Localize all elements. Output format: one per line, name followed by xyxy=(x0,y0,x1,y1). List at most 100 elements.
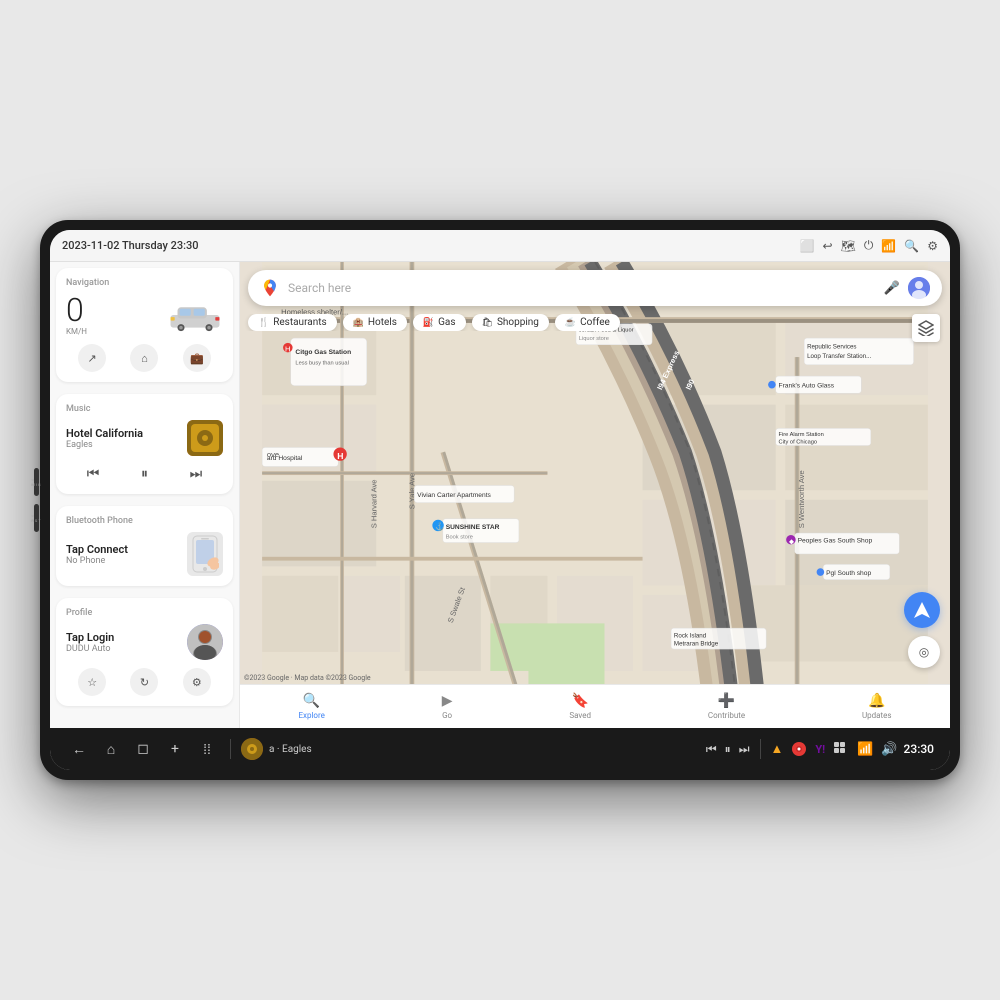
restaurants-label: Restaurants xyxy=(273,317,326,328)
bluetooth-card[interactable]: Bluetooth Phone Tap Connect No Phone xyxy=(56,506,233,586)
shopping-chip[interactable]: 🛍 Shopping xyxy=(472,314,549,331)
back-icon[interactable]: ↩ xyxy=(823,239,833,253)
music-album-art xyxy=(187,420,223,456)
power-icon[interactable]: ⏻ xyxy=(864,238,874,253)
device: ○ MIC ○ RST 2023-11-02 Thursday 23:30 ⬜ … xyxy=(40,220,960,780)
nav-card-label: Navigation xyxy=(66,278,223,288)
svg-text:Liquor store: Liquor store xyxy=(579,336,609,342)
bottom-music-info: a · Eagles xyxy=(241,738,700,760)
user-avatar-map[interactable] xyxy=(908,277,930,299)
apps-icon[interactable] xyxy=(833,741,849,757)
nav-card-content: 0 KM/H xyxy=(66,294,223,336)
svg-text:Book store: Book store xyxy=(446,535,473,541)
profile-card-content: Tap Login DUDU Auto xyxy=(66,624,223,660)
svg-text:Vivian Carter Apartments: Vivian Carter Apartments xyxy=(417,492,491,499)
map-compass[interactable]: ◎ xyxy=(908,636,940,668)
coffee-chip[interactable]: ☕ Coffee xyxy=(555,314,620,331)
map-search-bar[interactable]: Search here 🎤 xyxy=(248,270,942,306)
coffee-icon: ☕ xyxy=(565,318,576,328)
map-navigate-btn[interactable] xyxy=(904,592,940,628)
map-container: S Harvard Ave S Yale Ave S Wentworth Ave… xyxy=(240,262,950,728)
nav-icons: ↗ ⌂ 💼 xyxy=(66,344,223,372)
voice-search-icon[interactable]: 🎤 xyxy=(884,281,900,296)
add-nav-btn[interactable]: + xyxy=(162,736,188,762)
search-icon[interactable]: 🔍 xyxy=(904,239,919,253)
profile-avatar xyxy=(187,624,223,660)
search-input-placeholder[interactable]: Search here xyxy=(288,281,876,295)
hotels-chip[interactable]: 🏨 Hotels xyxy=(343,314,407,331)
speed-value: 0 xyxy=(66,294,84,326)
next-btn[interactable]: ⏭ xyxy=(184,464,209,484)
nav-directions-btn[interactable]: ↗ xyxy=(78,344,106,372)
yahoo-icon[interactable]: Y! xyxy=(815,743,825,756)
bt-card-content: Tap Connect No Phone xyxy=(66,532,223,576)
bt-title: Tap Connect xyxy=(66,543,179,556)
apps-nav-btn[interactable]: ⁞⁞ xyxy=(194,736,220,762)
profile-card-label: Profile xyxy=(66,608,223,618)
bottom-next-btn[interactable]: ⏭ xyxy=(739,742,750,757)
gear-icon[interactable]: ⚙ xyxy=(927,239,938,253)
mic-button[interactable]: ○ MIC xyxy=(34,468,39,496)
rst-button[interactable]: ○ RST xyxy=(34,504,39,532)
music-title: Hotel California xyxy=(66,427,179,440)
car-illustration xyxy=(167,297,223,333)
svg-text:Rock Island: Rock Island xyxy=(674,633,707,640)
bottom-pause-btn[interactable]: ⏸ xyxy=(725,742,731,757)
svg-text:Less busy than usual: Less busy than usual xyxy=(295,361,348,367)
music-info: Hotel California Eagles xyxy=(66,427,179,450)
svg-text:Republic Services: Republic Services xyxy=(807,344,856,351)
profile-refresh-btn[interactable]: ↻ xyxy=(130,668,158,696)
prev-btn[interactable]: ⏮ xyxy=(81,464,106,484)
nav-work-btn[interactable]: 💼 xyxy=(183,344,211,372)
map-icon[interactable]: 🗺 xyxy=(841,239,856,253)
music-card-content: Hotel California Eagles xyxy=(66,420,223,456)
music-card-label: Music xyxy=(66,404,223,414)
gas-icon: ⛽ xyxy=(423,318,434,328)
music-app-icon[interactable] xyxy=(791,741,807,757)
profile-star-btn[interactable]: ☆ xyxy=(78,668,106,696)
music-card: Music Hotel California Eagles xyxy=(56,394,233,494)
contribute-label: Contribute xyxy=(708,711,745,720)
bottom-prev-btn[interactable]: ⏮ xyxy=(706,742,717,757)
svg-text:Loop Transfer Station...: Loop Transfer Station... xyxy=(807,353,871,360)
left-panel: Navigation 0 KM/H xyxy=(50,262,240,728)
profile-card: Profile Tap Login DUDU Auto xyxy=(56,598,233,706)
map-tab-explore[interactable]: 🔍 Explore xyxy=(288,689,334,724)
map-tab-go[interactable]: ▶ Go xyxy=(432,689,463,724)
gas-chip[interactable]: ⛽ Gas xyxy=(413,314,466,331)
music-controls: ⏮ ⏸ ⏭ xyxy=(66,464,223,484)
svg-text:Frank's Auto Glass: Frank's Auto Glass xyxy=(779,383,835,390)
display-icon[interactable]: ⬜ xyxy=(800,239,815,253)
svg-text:ove: ove xyxy=(267,450,279,459)
map-background: S Harvard Ave S Yale Ave S Wentworth Ave… xyxy=(240,262,950,728)
phone-illustration xyxy=(187,532,223,576)
bt-card-label: Bluetooth Phone xyxy=(66,516,223,526)
hotels-icon: 🏨 xyxy=(353,318,364,328)
hotels-label: Hotels xyxy=(368,317,397,328)
map-layers-btn[interactable] xyxy=(912,314,940,342)
gas-label: Gas xyxy=(438,317,455,328)
location-status-icon[interactable]: ▲ xyxy=(771,741,784,757)
recent-nav-btn[interactable]: ◻ xyxy=(130,736,156,762)
svg-text:S Wentworth Ave: S Wentworth Ave xyxy=(797,470,806,528)
wifi-icon[interactable]: 📶 xyxy=(881,239,896,253)
profile-settings-btn[interactable]: ⚙ xyxy=(183,668,211,696)
saved-label: Saved xyxy=(569,711,591,720)
home-nav-btn[interactable]: ⌂ xyxy=(98,736,124,762)
map-tab-updates[interactable]: 🔔 Updates xyxy=(852,689,902,724)
svg-text:◆: ◆ xyxy=(789,539,795,546)
map-bottom-bar: 🔍 Explore ▶ Go 🔖 Saved ➕ Contribute xyxy=(240,684,950,728)
restaurants-icon: 🍴 xyxy=(258,318,269,328)
bottom-bar: ← ⌂ ◻ + ⁞⁞ a · Eagles ⏮ xyxy=(50,728,950,770)
map-tab-contribute[interactable]: ➕ Contribute xyxy=(698,689,755,724)
updates-icon: 🔔 xyxy=(868,693,885,709)
back-nav-btn[interactable]: ← xyxy=(66,736,92,762)
restaurants-chip[interactable]: 🍴 Restaurants xyxy=(248,314,337,331)
pause-btn[interactable]: ⏸ xyxy=(135,464,154,484)
svg-text:S Harvard Ave: S Harvard Ave xyxy=(369,479,378,528)
go-label: Go xyxy=(442,711,452,720)
volume-status-icon[interactable]: 🔊 xyxy=(881,742,897,757)
wifi-status-icon[interactable]: 📶 xyxy=(857,742,873,757)
nav-home-btn[interactable]: ⌂ xyxy=(130,344,158,372)
map-tab-saved[interactable]: 🔖 Saved xyxy=(559,689,601,724)
